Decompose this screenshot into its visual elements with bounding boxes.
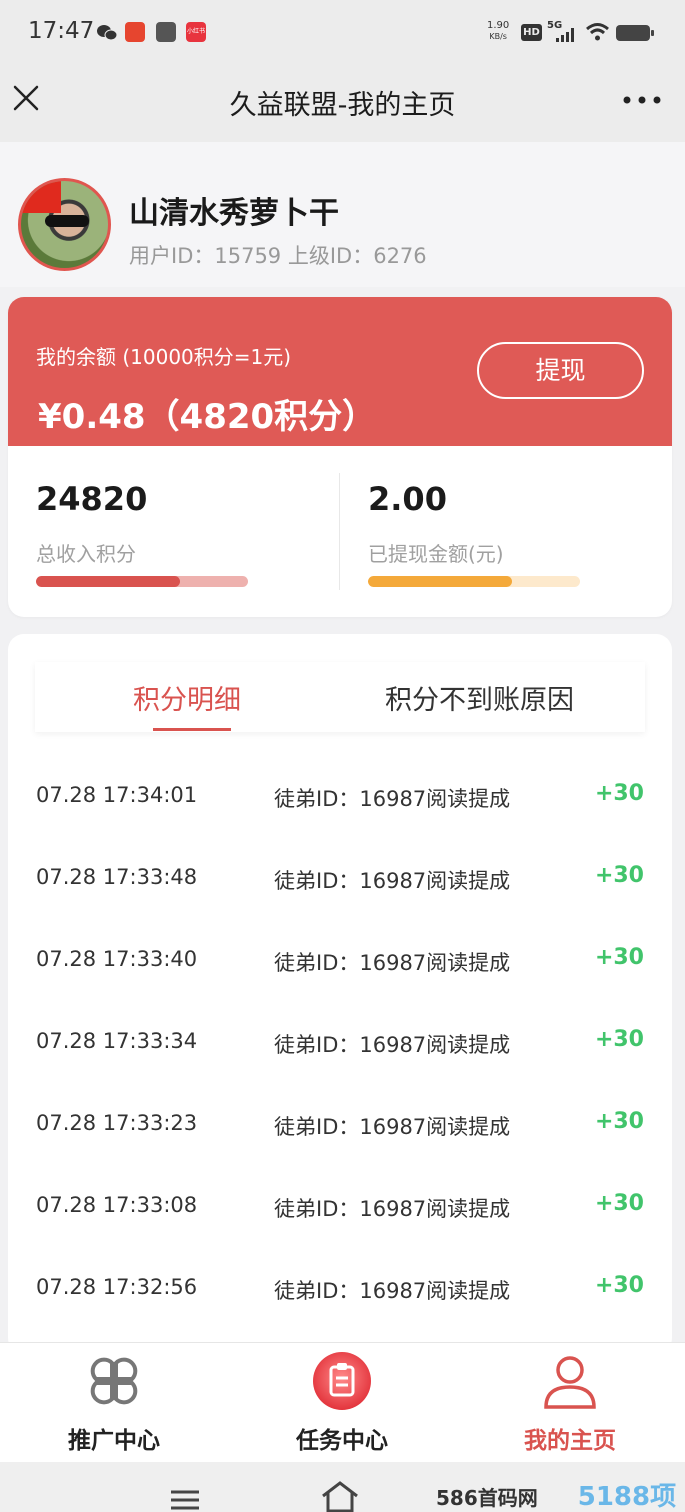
- tab-points-detail[interactable]: 积分明细: [133, 678, 241, 717]
- record-points: +30: [594, 1027, 644, 1052]
- tab-my-home[interactable]: 我的主页: [456, 1343, 684, 1463]
- tab-task-center[interactable]: 任务中心: [228, 1343, 456, 1463]
- avatar: [18, 178, 111, 271]
- network-speed: 1.90 KB/s: [487, 20, 510, 41]
- withdrawn-stat: 2.00 已提现金额(元): [340, 446, 672, 617]
- record-description: 徒弟ID：16987阅读提成: [274, 787, 511, 811]
- table-row: 07.28 17:32:56 徒弟ID：16987阅读提成 +30: [8, 1248, 672, 1330]
- points-details-card: 积分明细 积分不到账原因 07.28 17:34:01 徒弟ID：16987阅读提…: [8, 634, 672, 1354]
- tab-missing-points-reason[interactable]: 积分不到账原因: [385, 678, 574, 717]
- record-description: 徒弟ID：16987阅读提成: [274, 1279, 511, 1303]
- watermark: 586首码网5188项目网: [436, 1482, 677, 1512]
- record-description: 徒弟ID：16987阅读提成: [274, 1115, 511, 1139]
- record-points: +30: [594, 1273, 644, 1298]
- record-description: 徒弟ID：16987阅读提成: [274, 1033, 511, 1057]
- active-tab-indicator: [153, 728, 231, 731]
- withdrawn-value: 2.00: [368, 480, 447, 518]
- balance-amount: ¥0.48（4820积分）: [38, 397, 377, 437]
- clover-grid-icon: [90, 1357, 138, 1405]
- clipboard-icon: [313, 1352, 371, 1410]
- record-time: 07.28 17:34:01: [36, 783, 198, 807]
- record-description: 徒弟ID：16987阅读提成: [274, 1197, 511, 1221]
- record-points: +30: [594, 1191, 644, 1216]
- more-icon[interactable]: [622, 95, 662, 105]
- tab-label: 任务中心: [296, 1428, 388, 1454]
- status-bar: 17:47 小红书 1.90 KB/s HD 5G: [0, 0, 685, 66]
- menu-icon[interactable]: [170, 1488, 200, 1512]
- user-name: 山清水秀萝卜干: [129, 196, 339, 231]
- balance-header: 我的余额 (10000积分=1元) ¥0.48（4820积分） 提现: [8, 297, 672, 446]
- withdrawn-label: 已提现金额(元): [368, 542, 504, 566]
- nav-bar: 久益联盟-我的主页: [0, 66, 685, 142]
- system-nav-bar: 586首码网5188项目网: [0, 1462, 685, 1512]
- app-notification-icon: [125, 22, 145, 42]
- record-time: 07.28 17:33:40: [36, 947, 198, 971]
- record-points: +30: [594, 945, 644, 970]
- total-points-value: 24820: [36, 480, 148, 518]
- user-icon: [544, 1356, 596, 1409]
- record-points: +30: [594, 781, 644, 806]
- withdrawn-progress: [368, 576, 580, 587]
- details-tabs: 积分明细 积分不到账原因: [35, 662, 645, 732]
- home-icon[interactable]: [320, 1480, 360, 1512]
- record-time: 07.28 17:33:23: [36, 1111, 198, 1135]
- table-row: 07.28 17:33:23 徒弟ID：16987阅读提成 +30: [8, 1084, 672, 1166]
- table-row: 07.28 17:33:40 徒弟ID：16987阅读提成 +30: [8, 920, 672, 1002]
- profile-header: 山清水秀萝卜干 用户ID：15759 上级ID：6276: [0, 142, 685, 287]
- wechat-icon: [97, 25, 118, 41]
- bottom-tab-bar: 推广中心 任务中心 我的主页: [0, 1342, 685, 1462]
- record-description: 徒弟ID：16987阅读提成: [274, 869, 511, 893]
- page-title: 久益联盟-我的主页: [229, 90, 456, 121]
- user-ids: 用户ID：15759 上级ID：6276: [129, 244, 427, 268]
- hd-icon: HD: [521, 24, 542, 41]
- total-points-progress: [36, 576, 248, 587]
- record-time: 07.28 17:33:48: [36, 865, 198, 889]
- xiaohongshu-icon: 小红书: [186, 22, 206, 42]
- table-row: 07.28 17:33:48 徒弟ID：16987阅读提成 +30: [8, 838, 672, 920]
- table-row: 07.28 17:33:34 徒弟ID：16987阅读提成 +30: [8, 1002, 672, 1084]
- record-time: 07.28 17:33:08: [36, 1193, 198, 1217]
- record-points: +30: [594, 1109, 644, 1134]
- signal-icon: [556, 28, 574, 42]
- flag-icon: [21, 181, 61, 213]
- wifi-icon: [586, 23, 609, 41]
- total-points-stat: 24820 总收入积分: [8, 446, 340, 617]
- balance-label: 我的余额 (10000积分=1元): [36, 345, 292, 369]
- total-points-label: 总收入积分: [36, 542, 136, 566]
- battery-icon: [616, 25, 654, 41]
- balance-card: 我的余额 (10000积分=1元) ¥0.48（4820积分） 提现 24820…: [8, 297, 672, 617]
- record-points: +30: [594, 863, 644, 888]
- app-notification-icon: [156, 22, 176, 42]
- status-time: 17:47: [28, 18, 95, 44]
- record-description: 徒弟ID：16987阅读提成: [274, 951, 511, 975]
- table-row: 07.28 17:33:08 徒弟ID：16987阅读提成 +30: [8, 1166, 672, 1248]
- record-time: 07.28 17:33:34: [36, 1029, 198, 1053]
- tab-label: 推广中心: [68, 1428, 160, 1454]
- table-row: 07.28 17:34:01 徒弟ID：16987阅读提成 +30: [8, 756, 672, 838]
- tab-promotion-center[interactable]: 推广中心: [0, 1343, 228, 1463]
- withdraw-button[interactable]: 提现: [477, 342, 644, 399]
- record-time: 07.28 17:32:56: [36, 1275, 198, 1299]
- tab-label: 我的主页: [524, 1428, 616, 1454]
